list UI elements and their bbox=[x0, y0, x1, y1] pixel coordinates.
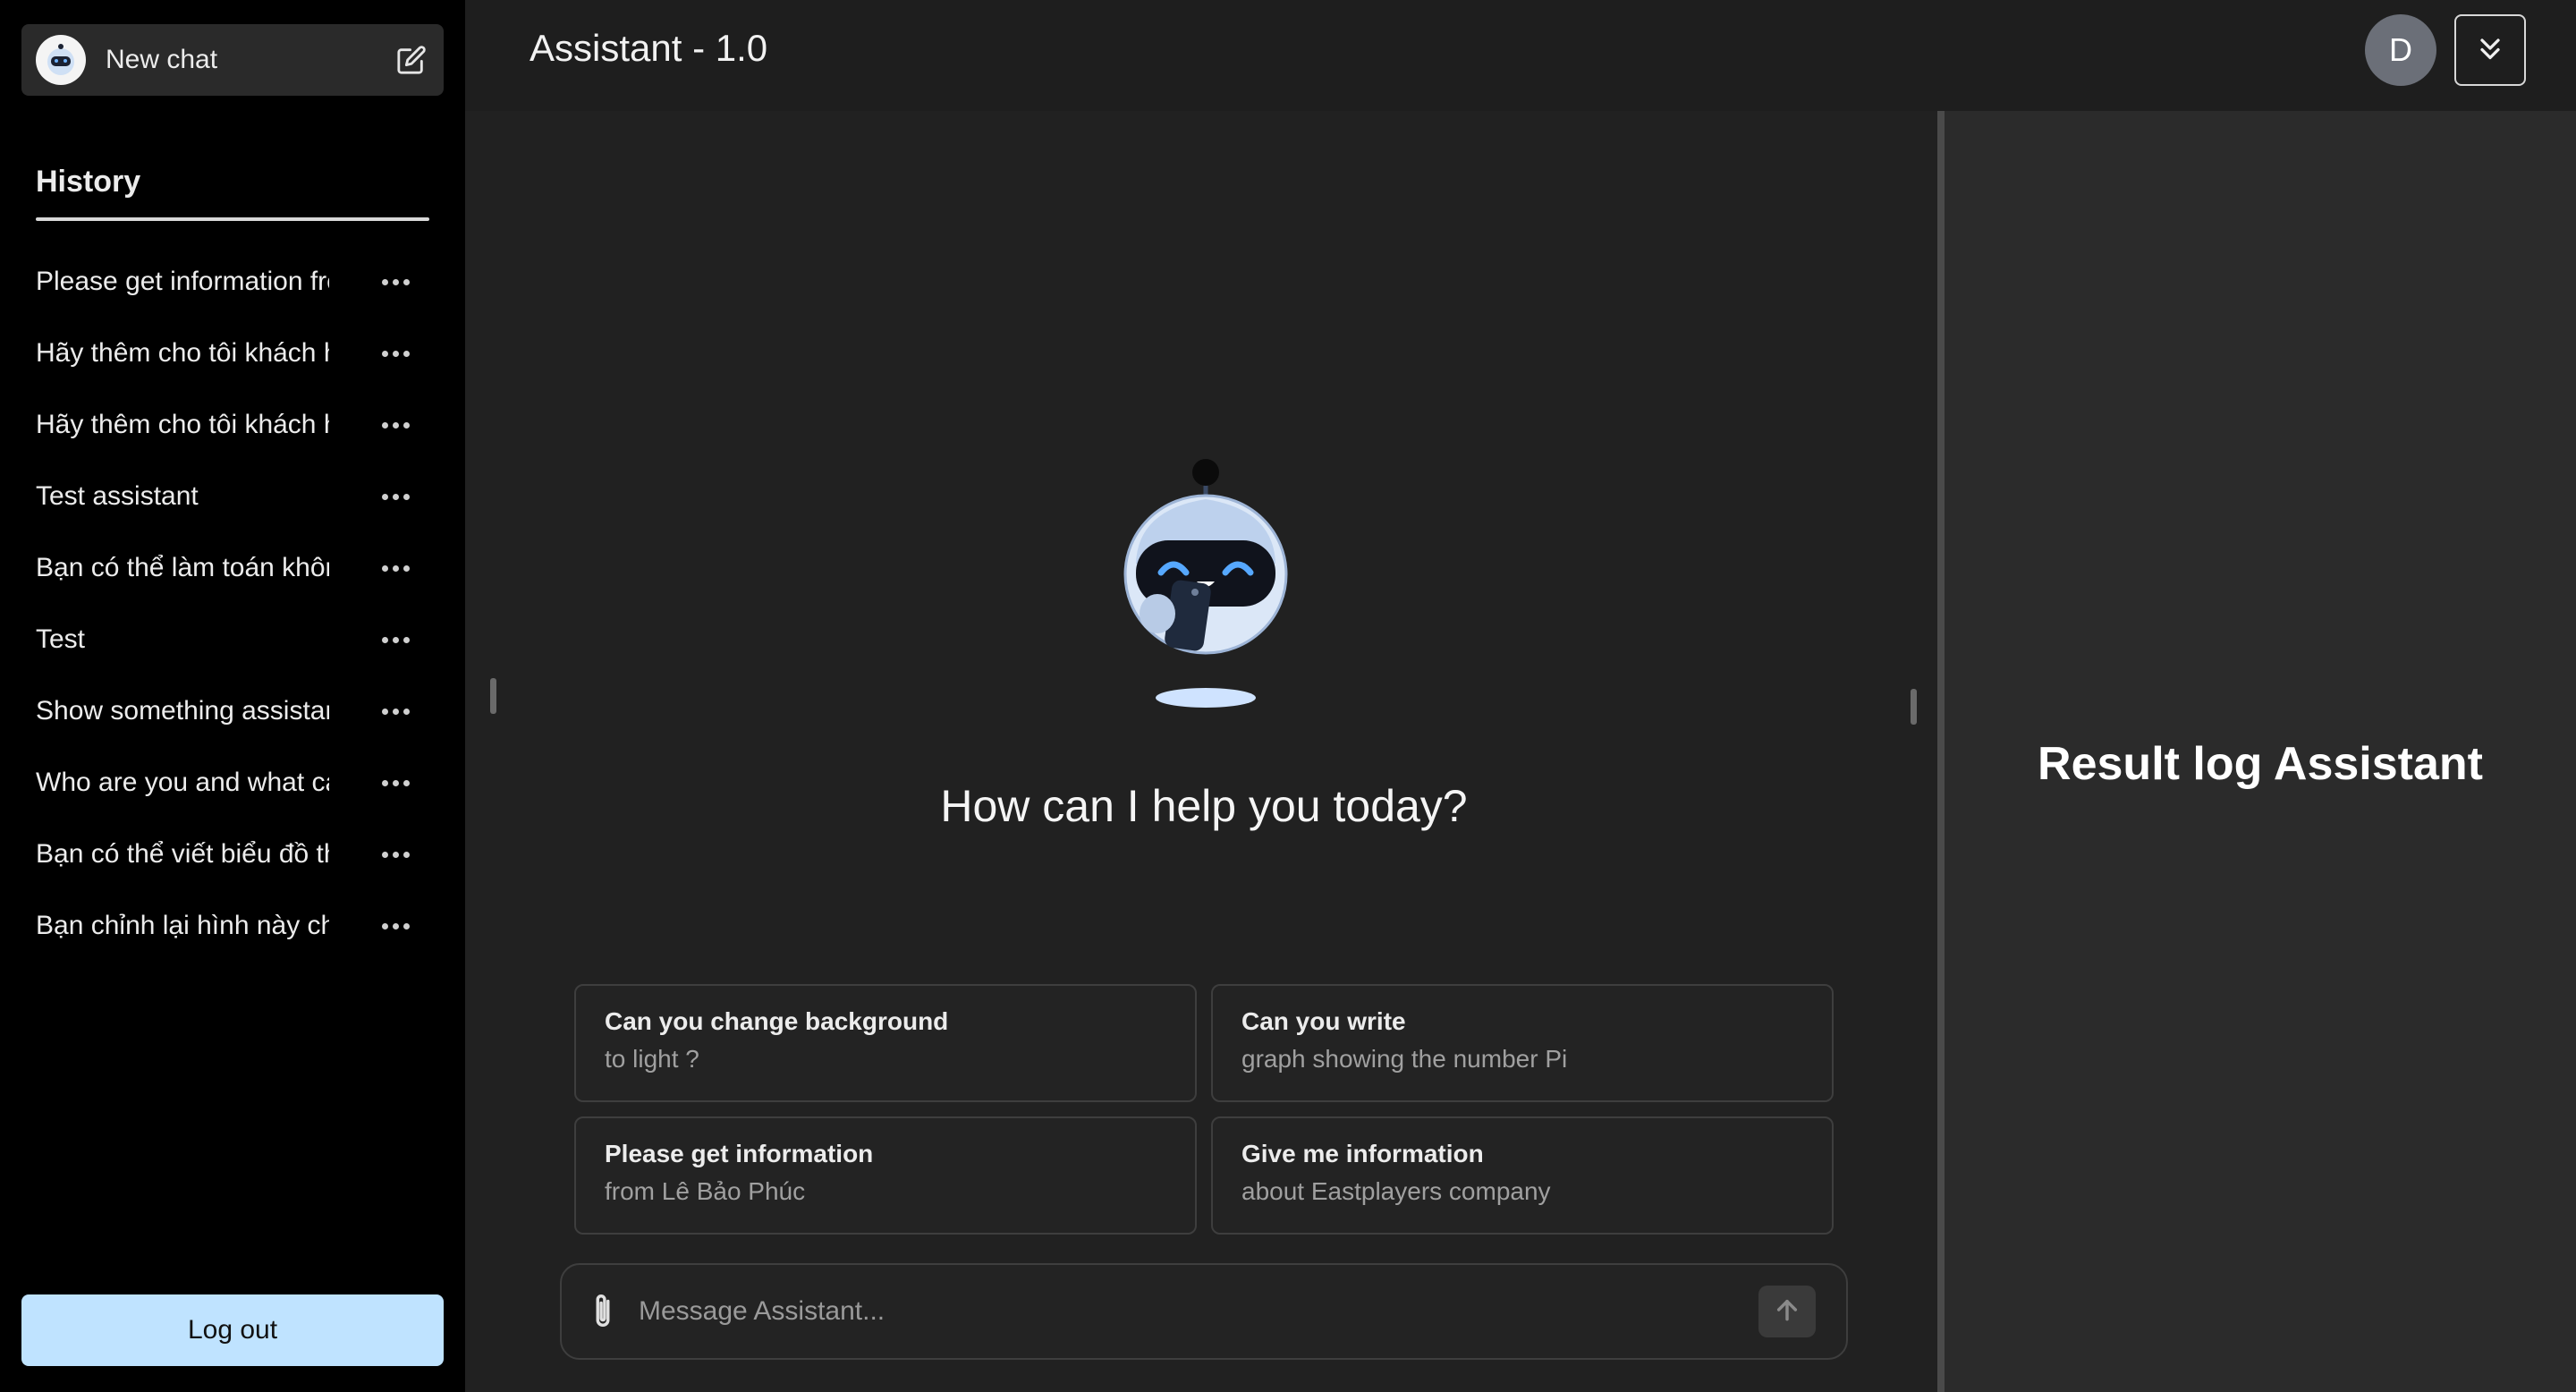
history-item-label: Please get information from Lê Bảo Phúc bbox=[36, 267, 329, 296]
history-item[interactable]: Bạn chỉnh lại hình này cho tôi bbox=[36, 890, 429, 962]
history-item-label: Test assistant bbox=[36, 481, 199, 511]
top-header: Assistant - 1.0 bbox=[465, 0, 2576, 111]
history-item-label: Hãy thêm cho tôi khách hàng bbox=[36, 338, 329, 368]
logout-button[interactable]: Log out bbox=[21, 1294, 444, 1366]
panel-resize-handle[interactable] bbox=[1911, 689, 1917, 725]
history-item[interactable]: Test assistant bbox=[36, 461, 429, 532]
suggestion-subtitle: to light ? bbox=[605, 1045, 699, 1073]
more-dots-icon[interactable] bbox=[377, 908, 413, 944]
history-item[interactable]: Test bbox=[36, 604, 429, 675]
collapse-button[interactable] bbox=[2454, 14, 2526, 86]
history-item-label: Show something assistant bbox=[36, 696, 329, 726]
greeting-heading: How can I help you today? bbox=[940, 781, 1468, 831]
message-composer bbox=[560, 1263, 1848, 1360]
new-chat-button[interactable]: New chat bbox=[21, 24, 444, 96]
robot-logo-icon bbox=[36, 35, 86, 85]
more-dots-icon[interactable] bbox=[377, 765, 413, 801]
history-item-label: Bạn có thể viết biểu đồ thị bbox=[36, 839, 329, 869]
suggestion-card[interactable]: Please get information from Lê Bảo Phúc bbox=[574, 1116, 1197, 1235]
suggestion-card[interactable]: Can you write graph showing the number P… bbox=[1211, 984, 1834, 1102]
more-dots-icon[interactable] bbox=[377, 407, 413, 443]
more-dots-icon[interactable] bbox=[377, 693, 413, 729]
more-dots-icon[interactable] bbox=[377, 622, 413, 658]
result-log-title: Result log Assistant bbox=[2038, 738, 2483, 790]
suggestion-subtitle: graph showing the number Pi bbox=[1241, 1045, 1568, 1073]
robot-mascot-icon bbox=[1116, 456, 1295, 716]
history-item[interactable]: Hãy thêm cho tôi khách hàng bbox=[36, 318, 429, 389]
double-chevron-down-icon bbox=[2474, 32, 2506, 69]
message-input[interactable] bbox=[639, 1296, 1758, 1327]
edit-icon[interactable] bbox=[394, 42, 429, 78]
avatar[interactable]: D bbox=[2365, 14, 2436, 86]
more-dots-icon[interactable] bbox=[377, 335, 413, 371]
suggestion-subtitle: about Eastplayers company bbox=[1241, 1177, 1551, 1205]
result-log-panel: Result log Assistant bbox=[1945, 111, 2576, 1392]
more-dots-icon[interactable] bbox=[377, 836, 413, 872]
panel-divider[interactable] bbox=[1937, 111, 1945, 1392]
history-item[interactable]: Show something assistant bbox=[36, 675, 429, 747]
history-item[interactable]: Please get information from Lê Bảo Phúc bbox=[36, 246, 429, 318]
new-chat-label: New chat bbox=[106, 45, 218, 74]
history-item[interactable]: Bạn có thể làm toán không bbox=[36, 532, 429, 604]
history-item-label: Test bbox=[36, 624, 86, 654]
paperclip-icon[interactable] bbox=[585, 1290, 621, 1333]
history-underline bbox=[36, 217, 429, 221]
history-item[interactable]: Hãy thêm cho tôi khách hàng bbox=[36, 389, 429, 461]
history-item-label: Bạn có thể làm toán không bbox=[36, 553, 329, 582]
history-item[interactable]: Who are you and what can you do bbox=[36, 747, 429, 819]
history-item-label: Hãy thêm cho tôi khách hàng bbox=[36, 410, 329, 439]
more-dots-icon[interactable] bbox=[377, 264, 413, 300]
sidebar: New chat History Please get information … bbox=[0, 0, 465, 1392]
history-item-label: Bạn chỉnh lại hình này cho tôi bbox=[36, 911, 329, 940]
history-item-label: Who are you and what can you do bbox=[36, 768, 329, 797]
more-dots-icon[interactable] bbox=[377, 550, 413, 586]
suggestion-subtitle: from Lê Bảo Phúc bbox=[605, 1177, 806, 1205]
history-list: Please get information from Lê Bảo Phúc … bbox=[36, 246, 429, 962]
page-title: Assistant - 1.0 bbox=[530, 27, 768, 69]
arrow-up-icon bbox=[1773, 1295, 1801, 1328]
suggestion-title: Can you change background bbox=[605, 1007, 949, 1035]
history-heading: History bbox=[36, 165, 141, 199]
sidebar-resize-handle[interactable] bbox=[490, 678, 496, 714]
suggestion-card[interactable]: Give me information about Eastplayers co… bbox=[1211, 1116, 1834, 1235]
suggestion-title: Can you write bbox=[1241, 1007, 1406, 1035]
send-button[interactable] bbox=[1758, 1286, 1816, 1337]
history-item[interactable]: Bạn có thể viết biểu đồ thị bbox=[36, 819, 429, 890]
suggestion-card[interactable]: Can you change background to light ? bbox=[574, 984, 1197, 1102]
suggestion-title: Please get information bbox=[605, 1140, 874, 1167]
suggestion-title: Give me information bbox=[1241, 1140, 1484, 1167]
more-dots-icon[interactable] bbox=[377, 479, 413, 514]
